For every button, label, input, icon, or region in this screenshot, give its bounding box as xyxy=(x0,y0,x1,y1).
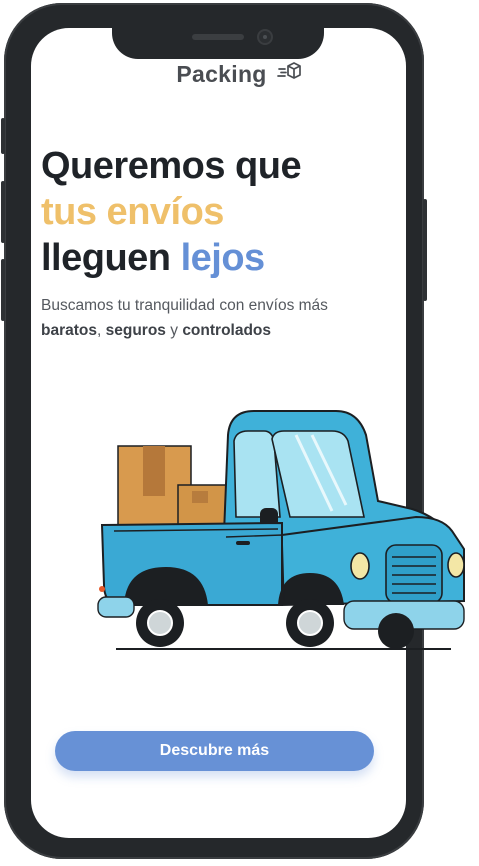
headline-line-2: tus envíos xyxy=(41,191,224,233)
mute-switch xyxy=(1,118,5,154)
headline-line-3: lleguen lejos xyxy=(41,235,301,281)
subtitle-and: y xyxy=(170,322,178,339)
front-camera xyxy=(257,29,273,45)
subtitle-baratos: baratos xyxy=(41,322,97,339)
hero-subtitle: Buscamos tu tranquilidad con envíos más b… xyxy=(41,293,381,343)
headline-word-lleguen: lleguen xyxy=(41,237,171,279)
speaker xyxy=(192,34,244,40)
subtitle-seguros: seguros xyxy=(105,322,166,339)
subtitle-controlados: controlados xyxy=(182,322,272,339)
fast-box-icon xyxy=(276,60,303,89)
truck-illustration xyxy=(96,405,468,660)
wheel-front xyxy=(286,599,334,647)
headline-word-lejos: lejos xyxy=(180,237,266,279)
volume-down-button xyxy=(1,259,5,321)
power-button xyxy=(423,199,427,301)
notch xyxy=(112,25,324,59)
subtitle-comma: , xyxy=(97,322,102,339)
volume-up-button xyxy=(1,181,5,243)
wheel-rear xyxy=(136,599,184,647)
headline-line-1: Queremos que xyxy=(41,145,302,187)
hero-headline: Queremos que tus envíos lleguen lejos xyxy=(41,143,302,281)
brand-name: Packing xyxy=(176,61,267,87)
subtitle-intro: Buscamos tu tranquilidad con envíos más xyxy=(41,297,328,314)
wheel-front-far xyxy=(378,613,414,649)
cardboard-box-small xyxy=(177,484,227,529)
discover-more-button[interactable]: Descubre más xyxy=(55,731,374,771)
brand-header: Packing xyxy=(0,60,479,89)
